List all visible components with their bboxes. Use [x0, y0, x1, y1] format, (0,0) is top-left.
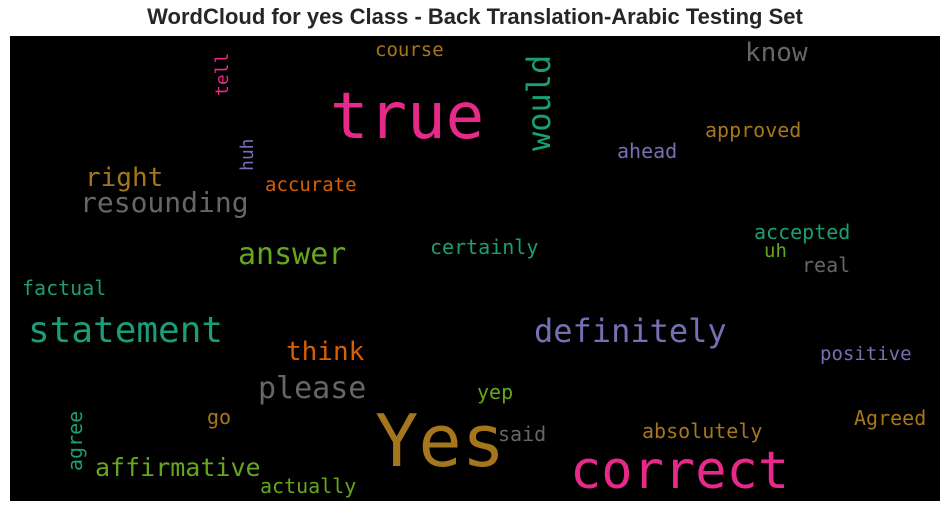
word-actually: actually [260, 474, 356, 498]
word-yes: Yes [375, 399, 505, 483]
word-right: right [85, 163, 163, 193]
word-course: course [375, 39, 444, 61]
wordcloud-svg: Yes true correct statement definitely would pl… [22, 38, 926, 501]
word-factual: factual [22, 276, 106, 300]
word-answer: answer [238, 237, 346, 272]
word-definitely: definitely [534, 312, 727, 350]
word-ahead: ahead [617, 139, 677, 163]
word-positive: positive [820, 343, 912, 365]
word-yep: yep [477, 380, 513, 404]
word-think: think [286, 337, 365, 367]
word-correct: correct [570, 441, 789, 501]
word-absolutely: absolutely [642, 419, 762, 443]
word-said: said [498, 422, 546, 446]
word-agreed: Agreed [854, 406, 926, 430]
word-real: real [802, 253, 850, 277]
wordcloud-canvas: Yes true correct statement definitely would pl… [10, 36, 940, 501]
word-certainly: certainly [430, 235, 538, 259]
word-true: true [330, 80, 484, 154]
word-huh: huh [237, 138, 258, 171]
word-would: would [520, 55, 558, 151]
word-agree: agree [63, 411, 87, 471]
word-know: know [745, 38, 808, 68]
chart-title: WordCloud for yes Class - Back Translati… [147, 4, 803, 29]
word-please: please [258, 371, 366, 406]
word-go: go [207, 405, 231, 429]
word-statement: statement [28, 310, 223, 351]
word-approved: approved [705, 118, 801, 142]
word-tell: tell [212, 53, 233, 96]
word-affirmative: affirmative [95, 453, 261, 482]
word-accurate: accurate [265, 174, 357, 196]
word-uh: uh [764, 240, 787, 262]
